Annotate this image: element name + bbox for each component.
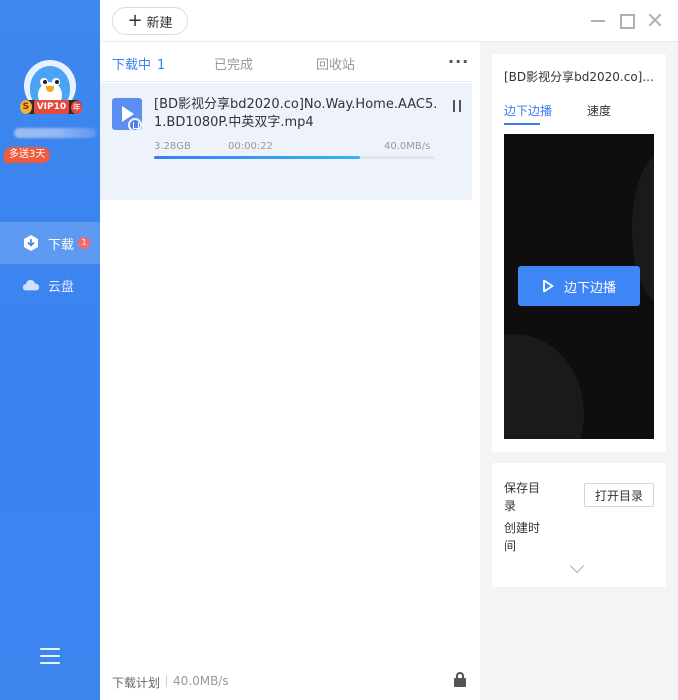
lock-icon[interactable] — [454, 672, 466, 688]
bottom-bar: 下载计划 40.0MB/s — [100, 660, 480, 700]
file-name: [BD影视分享bd2020.co]No.Way.Home.AAC5.1.BD10… — [154, 97, 438, 130]
download-count-badge: 1 — [78, 237, 91, 249]
vip-s-icon: S — [20, 100, 32, 114]
download-tabs: 下载中 1 已完成 回收站 ··· — [100, 42, 472, 87]
tab-label: 下载中 — [112, 58, 152, 73]
play-button[interactable]: 边下边播 — [518, 266, 640, 306]
download-plan-button[interactable]: 下载计划 — [112, 674, 160, 691]
vip-year: 年 — [71, 100, 82, 114]
progress-bar — [154, 156, 434, 159]
play-label: 边下边播 — [563, 280, 616, 296]
vip-badge[interactable]: S VIP10 年 — [20, 100, 82, 114]
tab-play-while-downloading[interactable]: 边下边播 — [504, 102, 552, 125]
preview-card: [BD影视分享bd2020.co]... 边下边播 速度 边下边播 — [492, 54, 666, 452]
close-icon[interactable] — [647, 12, 663, 28]
menu-icon[interactable] — [40, 648, 60, 664]
video-preview: 边下边播 — [504, 134, 654, 439]
sidebar-item-download[interactable]: 下载 1 — [0, 222, 100, 264]
file-size: 3.28GB — [154, 141, 191, 152]
tab-count: 1 — [157, 58, 166, 73]
download-icon — [24, 235, 38, 251]
progress-fill — [154, 156, 360, 159]
panel-file-title: [BD影视分享bd2020.co]... — [504, 70, 654, 84]
detail-panel: [BD影视分享bd2020.co]... 边下边播 速度 边下边播 保存目录 打… — [480, 42, 678, 700]
video-file-icon — [112, 98, 142, 132]
minimize-icon[interactable] — [590, 12, 606, 28]
tab-completed[interactable]: 已完成 — [214, 54, 253, 73]
tab-speed[interactable]: 速度 — [587, 102, 611, 119]
tab-recycle-bin[interactable]: 回收站 — [316, 54, 355, 73]
create-time-label: 创建时间 — [504, 521, 541, 553]
promo-tag[interactable]: 多送3天 — [4, 147, 51, 163]
cloud-icon — [22, 280, 40, 291]
info-card: 保存目录 打开目录 创建时间 — [492, 463, 666, 587]
download-row[interactable]: [BD影视分享bd2020.co]No.Way.Home.AAC5.1.BD10… — [100, 83, 472, 200]
elapsed-time: 00:00:22 — [228, 141, 273, 152]
sidebar-item-label: 云盘 — [48, 279, 75, 295]
tab-downloading[interactable]: 下载中 1 — [112, 54, 166, 87]
maximize-icon[interactable] — [618, 12, 635, 29]
open-dir-button[interactable]: 打开目录 — [584, 483, 654, 507]
total-speed: 40.0MB/s — [173, 674, 229, 688]
plus-icon: + — [127, 10, 143, 31]
new-task-label: 新建 — [146, 15, 173, 31]
chevron-down-icon[interactable] — [569, 558, 585, 574]
vip-level: VIP10 — [33, 100, 70, 114]
new-task-button[interactable]: + 新建 — [112, 7, 188, 35]
pause-icon[interactable] — [452, 100, 462, 112]
download-speed: 40.0MB/s — [384, 141, 431, 152]
top-bar: + 新建 — [100, 0, 678, 42]
username-blurred — [14, 128, 96, 138]
save-dir-label: 保存目录 — [504, 481, 541, 513]
divider — [166, 675, 167, 687]
play-icon — [543, 279, 554, 293]
sidebar-item-label: 下载 — [48, 237, 75, 253]
more-options-icon[interactable]: ··· — [448, 52, 469, 71]
sidebar: S VIP10 年 多送3天 下载 1 云盘 — [0, 0, 100, 700]
sidebar-item-cloud[interactable]: 云盘 — [0, 264, 100, 306]
